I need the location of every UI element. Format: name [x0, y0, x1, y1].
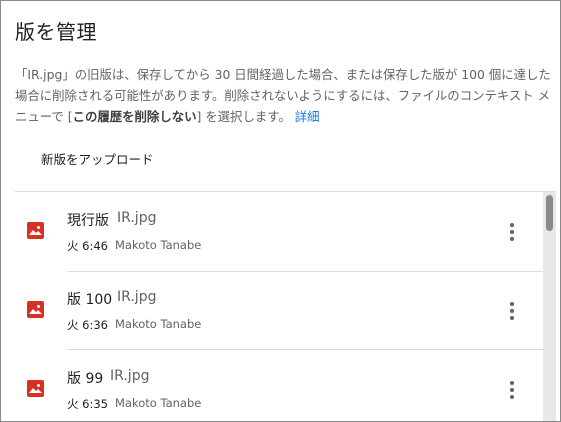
version-file-name: IR.jpg	[117, 289, 157, 305]
more-vert-icon[interactable]	[503, 379, 523, 401]
learn-more-link[interactable]: 詳細	[295, 109, 320, 124]
version-row-100[interactable]: 版 100 IR.jpg 火 6:36 Makoto Tanabe	[15, 271, 543, 350]
version-label: 現行版	[67, 213, 109, 229]
manage-versions-dialog: 版を管理 「IR.jpg」の旧版は、保存してから 30 日間経過した場合、または…	[0, 0, 561, 422]
version-time: 火 6:36	[67, 318, 108, 332]
image-file-icon	[27, 301, 44, 318]
more-vert-icon[interactable]	[503, 221, 523, 243]
description-emphasis: この履歴を削除しない	[72, 109, 197, 124]
version-file-name: IR.jpg	[117, 210, 157, 226]
version-label: 版 99	[67, 371, 104, 387]
dialog-title: 版を管理	[15, 20, 97, 44]
version-label: 版 100	[67, 292, 113, 308]
scrollbar-thumb[interactable]	[546, 195, 553, 231]
image-file-icon	[27, 380, 44, 397]
version-row-99[interactable]: 版 99 IR.jpg 火 6:35 Makoto Tanabe	[15, 350, 543, 421]
version-list: 現行版 IR.jpg 火 6:46 Makoto Tanabe 版 100 IR…	[15, 192, 543, 421]
version-time: 火 6:46	[67, 239, 108, 253]
description-text: 「IR.jpg」の旧版は、保存してから 30 日間経過した場合、または保存した版…	[15, 64, 555, 127]
image-file-icon	[27, 222, 44, 239]
version-user: Makoto Tanabe	[115, 396, 202, 410]
version-time: 火 6:35	[67, 397, 108, 411]
version-row-current[interactable]: 現行版 IR.jpg 火 6:46 Makoto Tanabe	[15, 192, 543, 271]
more-vert-icon[interactable]	[503, 300, 523, 322]
version-user: Makoto Tanabe	[115, 238, 202, 252]
upload-new-version-button[interactable]: 新版をアップロード	[29, 144, 166, 176]
version-file-name: IR.jpg	[110, 368, 150, 384]
version-user: Makoto Tanabe	[115, 317, 202, 331]
description-part-2: ] を選択します。	[196, 109, 291, 124]
